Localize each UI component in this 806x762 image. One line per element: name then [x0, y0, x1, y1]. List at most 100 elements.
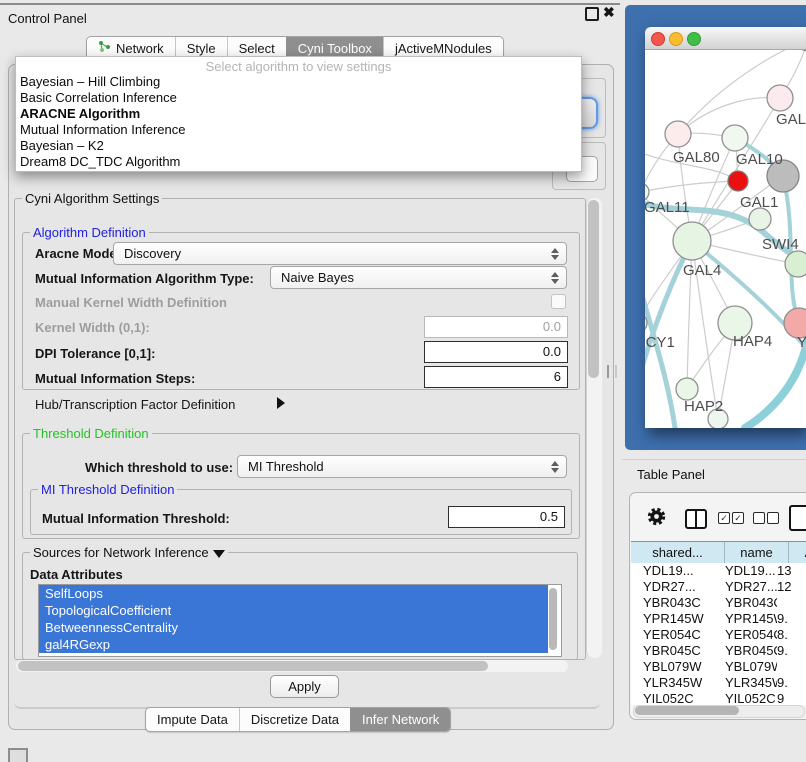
list-item-topologicalcoefficient[interactable]: TopologicalCoefficient — [39, 602, 548, 619]
control-panel-titlebar: Control Panel — [0, 5, 620, 31]
dropdown-item-bayesian-k2[interactable]: Bayesian – K2 — [20, 138, 104, 153]
manual-kernel-width-checkbox[interactable] — [551, 294, 566, 309]
dock-panel-icon[interactable] — [8, 748, 28, 762]
table-row[interactable]: YLR345WYLR345W9. — [631, 675, 806, 691]
cell: YLR345W — [725, 675, 777, 691]
table-header-row: shared... name A — [631, 541, 806, 564]
node-gal1[interactable] — [749, 208, 771, 230]
cell: YDR27... — [725, 579, 777, 595]
network-window[interactable]: GAL GAL80 GAL10 GAL11 GAL1 SWI4 GAL4 GCY… — [645, 27, 806, 428]
checked-box-icon[interactable]: ✓ — [718, 512, 730, 524]
table-row[interactable]: YBR045CYBR045C9. — [631, 643, 806, 659]
table-body[interactable]: YDL19...YDL19...13 YDR27...YDR27...12 YB… — [631, 563, 806, 705]
dropdown-item-mutual-information[interactable]: Mutual Information Inference — [20, 122, 185, 137]
tab-impute-data[interactable]: Impute Data — [146, 708, 239, 731]
dpi-tolerance-label: DPI Tolerance [0,1]: — [35, 346, 155, 361]
aracne-mode-combo[interactable]: Discovery — [113, 242, 567, 265]
table-row[interactable]: YBR043CYBR043C — [631, 595, 806, 611]
node-gal80[interactable] — [665, 121, 691, 147]
settings-horizontal-scrollbar-thumb[interactable] — [18, 661, 488, 671]
cell: 9. — [777, 611, 806, 627]
cell: 12 — [777, 579, 806, 595]
checked-box-icon[interactable]: ✓ — [732, 512, 744, 524]
unchecked-box-icon[interactable] — [767, 512, 779, 524]
label-gal80: GAL80 — [673, 149, 720, 166]
unchecked-box-icon[interactable] — [753, 512, 765, 524]
column-header-name[interactable]: name — [725, 542, 789, 563]
attribute-list-scrollbar-thumb[interactable] — [549, 588, 557, 650]
new-table-icon-partial[interactable] — [789, 505, 806, 531]
mi-threshold-field[interactable]: 0.5 — [448, 506, 565, 528]
cell: YBL079W — [725, 659, 777, 675]
table-panel-titlebar: Table Panel — [622, 459, 806, 488]
which-threshold-value: MI Threshold — [248, 459, 324, 474]
node-top-partial[interactable] — [796, 50, 806, 51]
cell: 8. — [777, 627, 806, 643]
algorithm-definition-title: Algorithm Definition — [30, 226, 149, 240]
kernel-width-field[interactable]: 0.0 — [424, 316, 568, 338]
kernel-width-label: Kernel Width (0,1): — [35, 320, 150, 335]
table-row[interactable]: YDL19...YDL19...13 — [631, 563, 806, 579]
tab-infer-network[interactable]: Infer Network — [350, 708, 450, 731]
list-item-betweennesscentrality[interactable]: BetweennessCentrality — [39, 619, 548, 636]
collapse-down-arrow-icon[interactable] — [213, 550, 225, 558]
gear-icon[interactable] — [647, 507, 666, 529]
sources-group-title[interactable]: Sources for Network Inference — [30, 546, 228, 560]
panel-splitter-grip[interactable] — [607, 365, 617, 378]
apply-button[interactable]: Apply — [270, 675, 339, 698]
network-node-labels: GAL GAL80 GAL10 GAL11 GAL1 SWI4 GAL4 GCY… — [645, 111, 806, 415]
dropdown-item-dream8[interactable]: Dream8 DC_TDC Algorithm — [20, 154, 180, 169]
node-hap2[interactable] — [676, 378, 698, 400]
cell: 13 — [777, 563, 806, 579]
tab-impute-data-label: Impute Data — [157, 708, 228, 731]
zoom-traffic-light-icon[interactable] — [687, 32, 701, 46]
node-swi4[interactable] — [785, 251, 806, 277]
network-window-titlebar[interactable] — [645, 27, 806, 50]
label-gal11: GAL11 — [645, 199, 690, 216]
mi-algorithm-type-combo[interactable]: Naive Bayes — [270, 266, 567, 289]
list-item-gal4rgexp[interactable]: gal4RGexp — [39, 636, 548, 653]
expander-right-arrow-icon[interactable] — [277, 397, 285, 409]
tab-discretize-data[interactable]: Discretize Data — [239, 708, 350, 731]
table-row[interactable]: YIL052CYIL052C9 — [631, 691, 806, 705]
data-attributes-label: Data Attributes — [30, 567, 123, 582]
mi-steps-field[interactable]: 6 — [424, 366, 568, 388]
node-gal-top[interactable] — [767, 85, 793, 111]
dropdown-item-aracne[interactable]: ARACNE Algorithm — [20, 106, 140, 121]
close-panel-icon[interactable]: ✖ — [603, 4, 615, 21]
node-red-selected[interactable] — [728, 171, 748, 191]
which-threshold-combo[interactable]: MI Threshold — [237, 455, 567, 478]
cell: 9. — [777, 643, 806, 659]
float-panel-icon[interactable] — [585, 7, 599, 21]
threshold-definition-title: Threshold Definition — [30, 427, 152, 441]
bottom-tabbar: Impute Data Discretize Data Infer Networ… — [145, 707, 451, 732]
table-horizontal-scrollbar-thumb[interactable] — [635, 706, 739, 715]
network-canvas[interactable]: GAL GAL80 GAL10 GAL11 GAL1 SWI4 GAL4 GCY… — [645, 50, 806, 428]
table-row[interactable]: YDR27...YDR27...12 — [631, 579, 806, 595]
hub-definition-expander-label[interactable]: Hub/Transcription Factor Definition — [35, 397, 235, 412]
mi-algorithm-type-label: Mutual Information Algorithm Type: — [35, 271, 254, 286]
cyni-algorithm-settings-title: Cyni Algorithm Settings — [22, 192, 162, 206]
column-header-shared-name[interactable]: shared... — [631, 542, 725, 563]
manual-kernel-width-label: Manual Kernel Width Definition — [35, 295, 227, 310]
close-traffic-light-icon[interactable] — [651, 32, 665, 46]
table-row[interactable]: YBL079WYBL079W — [631, 659, 806, 675]
dropdown-item-basic-correlation[interactable]: Basic Correlation Inference — [20, 90, 177, 105]
cell: YIL052C — [631, 691, 725, 705]
node-gal4[interactable] — [673, 222, 711, 260]
column-header-partial[interactable]: A — [789, 542, 806, 563]
minimize-traffic-light-icon[interactable] — [669, 32, 683, 46]
settings-vertical-scrollbar-thumb[interactable] — [588, 200, 599, 378]
table-row[interactable]: YER054CYER054C8. — [631, 627, 806, 643]
label-gal10: GAL10 — [736, 151, 783, 168]
data-attributes-list[interactable]: SelfLoops TopologicalCoefficient Between… — [38, 584, 562, 657]
dpi-tolerance-field[interactable]: 0.0 — [424, 341, 568, 363]
label-gcy1: GCY1 — [645, 334, 675, 351]
dropdown-item-bayesian-hill-climbing[interactable]: Bayesian – Hill Climbing — [20, 74, 160, 89]
mi-threshold-definition-title: MI Threshold Definition — [38, 483, 177, 497]
node-gal10[interactable] — [722, 125, 748, 151]
list-item-selfloops[interactable]: SelfLoops — [39, 585, 548, 602]
table-row[interactable]: YPR145WYPR145W9. — [631, 611, 806, 627]
columns-icon[interactable] — [685, 509, 707, 529]
cell: YIL052C — [725, 691, 777, 705]
